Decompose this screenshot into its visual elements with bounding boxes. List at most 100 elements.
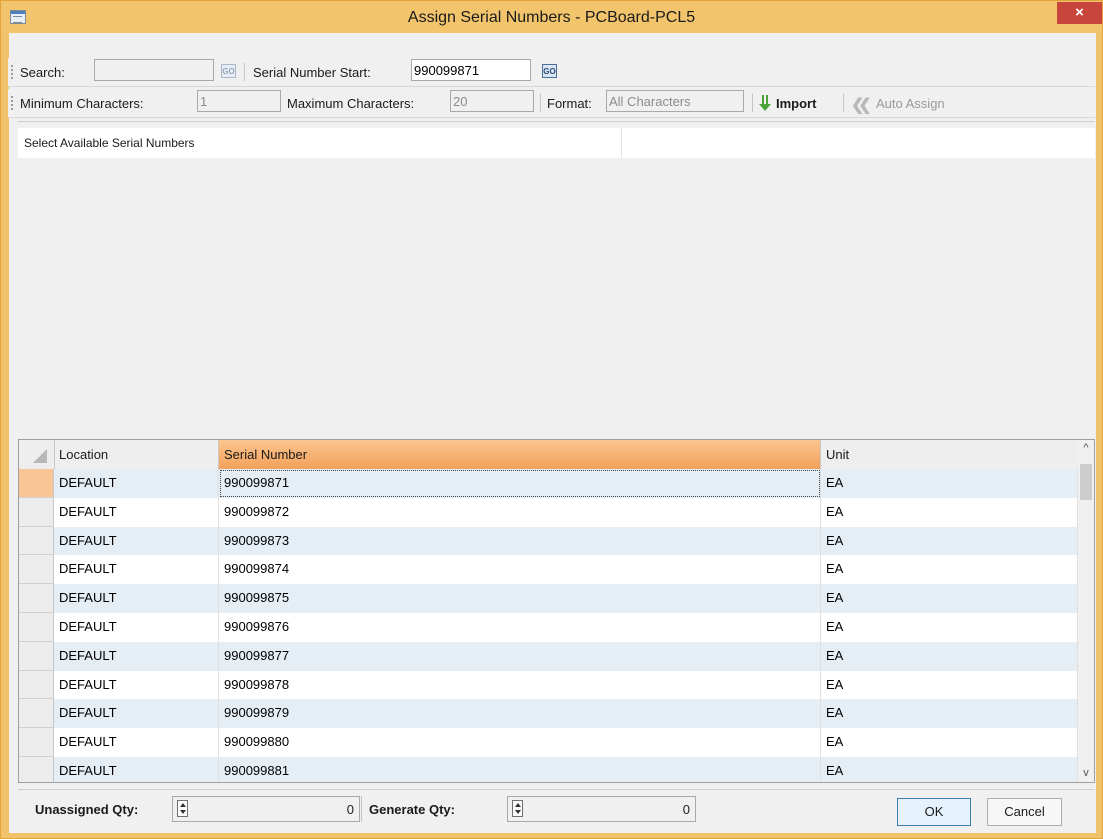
cell-location[interactable]: DEFAULT — [54, 469, 219, 498]
generate-qty-value: 0 — [682, 802, 690, 817]
row-selector[interactable] — [19, 526, 54, 556]
toolbar-grip-icon[interactable] — [11, 65, 15, 79]
table-row[interactable]: DEFAULT 990099872 EA — [19, 497, 1078, 527]
cell-unit[interactable]: EA — [821, 526, 1078, 556]
format-select[interactable]: All Characters — [606, 90, 744, 112]
cell-unit[interactable]: EA — [821, 756, 1078, 782]
row-selector[interactable] — [19, 670, 54, 700]
search-toolbar: Search: GO Serial Number Start: 99009987… — [8, 58, 1095, 87]
import-arrow-icon — [759, 95, 771, 111]
spinner-arrows-icon[interactable] — [512, 800, 523, 817]
row-selector[interactable] — [19, 756, 54, 782]
max-characters-input[interactable]: 20 — [450, 90, 534, 112]
min-characters-input[interactable]: 1 — [197, 90, 281, 112]
row-selector[interactable] — [19, 584, 54, 613]
cell-serial-number[interactable]: 990099872 — [219, 497, 821, 527]
search-label: Search: — [20, 65, 65, 80]
cell-unit[interactable]: EA — [821, 728, 1078, 757]
available-serials-header: Select Available Serial Numbers — [18, 128, 1095, 158]
cell-location[interactable]: DEFAULT — [54, 526, 219, 556]
table-row[interactable]: DEFAULT 990099880 EA — [19, 728, 1078, 757]
row-selector[interactable] — [19, 699, 54, 729]
cancel-button[interactable]: Cancel — [987, 798, 1062, 826]
cell-serial-number[interactable]: 990099871 — [219, 469, 821, 498]
available-serials-panel: Select Available Serial Numbers — [18, 121, 1095, 433]
toolbar-grip-icon[interactable] — [11, 96, 15, 110]
table-row[interactable]: DEFAULT 990099876 EA — [19, 612, 1078, 642]
scroll-thumb[interactable] — [1080, 464, 1092, 500]
search-input[interactable] — [94, 59, 214, 81]
toolbar-separator — [843, 94, 844, 112]
row-selector[interactable] — [19, 555, 54, 585]
cell-location[interactable]: DEFAULT — [54, 641, 219, 671]
table-row[interactable]: DEFAULT 990099879 EA — [19, 699, 1078, 729]
toolbar-separator — [244, 63, 245, 81]
serial-number-grid: Location Serial Number Unit DEFAULT 99009… — [18, 439, 1095, 783]
max-characters-label: Maximum Characters: — [287, 96, 415, 111]
column-header-unit[interactable]: Unit — [821, 440, 1078, 469]
title-bar: Assign Serial Numbers - PCBoard-PCL5 × — [1, 1, 1102, 33]
serial-start-go-button[interactable]: GO — [542, 64, 557, 78]
cell-serial-number[interactable]: 990099879 — [219, 699, 821, 729]
cell-unit[interactable]: EA — [821, 497, 1078, 527]
cell-serial-number[interactable]: 990099881 — [219, 756, 821, 782]
cell-serial-number[interactable]: 990099874 — [219, 555, 821, 585]
cell-location[interactable]: DEFAULT — [54, 555, 219, 585]
cell-serial-number[interactable]: 990099875 — [219, 584, 821, 613]
row-selector[interactable] — [19, 728, 54, 757]
unassigned-qty-value: 0 — [346, 802, 354, 817]
cell-location[interactable]: DEFAULT — [54, 497, 219, 527]
spinner-arrows-icon[interactable] — [177, 800, 188, 817]
serial-start-input[interactable]: 990099871 — [411, 59, 531, 81]
cell-serial-number[interactable]: 990099877 — [219, 641, 821, 671]
row-selector[interactable] — [19, 497, 54, 527]
serial-start-label: Serial Number Start: — [253, 65, 371, 80]
close-button[interactable]: × — [1057, 2, 1102, 24]
grid-vertical-scrollbar[interactable]: ^ v — [1078, 440, 1094, 782]
cell-unit[interactable]: EA — [821, 584, 1078, 613]
cell-unit[interactable]: EA — [821, 612, 1078, 642]
cell-unit[interactable]: EA — [821, 555, 1078, 585]
table-row[interactable]: DEFAULT 990099877 EA — [19, 641, 1078, 671]
ok-button[interactable]: OK — [897, 798, 971, 826]
toolbar-separator — [752, 94, 753, 112]
cell-location[interactable]: DEFAULT — [54, 756, 219, 782]
row-selector[interactable] — [19, 612, 54, 642]
cell-serial-number[interactable]: 990099873 — [219, 526, 821, 556]
table-row[interactable]: DEFAULT 990099875 EA — [19, 584, 1078, 613]
cell-location[interactable]: DEFAULT — [54, 584, 219, 613]
grid-header: Location Serial Number Unit — [19, 440, 1078, 470]
options-toolbar: Minimum Characters: 1 Maximum Characters… — [8, 89, 1095, 118]
footer-separator — [361, 796, 362, 822]
available-serials-header-cell: Select Available Serial Numbers — [18, 128, 622, 158]
cell-unit[interactable]: EA — [821, 699, 1078, 729]
table-row[interactable]: DEFAULT 990099871 EA — [19, 469, 1078, 498]
cell-location[interactable]: DEFAULT — [54, 728, 219, 757]
table-row[interactable]: DEFAULT 990099881 EA — [19, 756, 1078, 782]
row-selector[interactable] — [19, 641, 54, 671]
cell-unit[interactable]: EA — [821, 670, 1078, 700]
auto-assign-button[interactable]: Auto Assign — [876, 96, 945, 111]
format-label: Format: — [547, 96, 592, 111]
cell-location[interactable]: DEFAULT — [54, 699, 219, 729]
cell-serial-number[interactable]: 990099876 — [219, 612, 821, 642]
unassigned-qty-spinner[interactable]: 0 — [172, 796, 360, 822]
row-selector[interactable] — [19, 469, 54, 498]
cell-location[interactable]: DEFAULT — [54, 612, 219, 642]
cell-unit[interactable]: EA — [821, 641, 1078, 671]
table-row[interactable]: DEFAULT 990099873 EA — [19, 526, 1078, 556]
cell-unit[interactable]: EA — [821, 469, 1078, 498]
generate-qty-spinner[interactable]: 0 — [507, 796, 696, 822]
column-header-serial-number[interactable]: Serial Number — [219, 440, 821, 469]
cell-location[interactable]: DEFAULT — [54, 670, 219, 700]
table-row[interactable]: DEFAULT 990099874 EA — [19, 555, 1078, 585]
cell-serial-number[interactable]: 990099878 — [219, 670, 821, 700]
scroll-down-arrow-icon[interactable]: v — [1078, 765, 1094, 782]
import-button[interactable]: Import — [776, 96, 816, 111]
cell-serial-number[interactable]: 990099880 — [219, 728, 821, 757]
scroll-up-arrow-icon[interactable]: ^ — [1078, 440, 1094, 457]
select-all-corner[interactable] — [19, 440, 55, 469]
search-go-button[interactable]: GO — [221, 64, 236, 78]
column-header-location[interactable]: Location — [54, 440, 219, 469]
table-row[interactable]: DEFAULT 990099878 EA — [19, 670, 1078, 700]
